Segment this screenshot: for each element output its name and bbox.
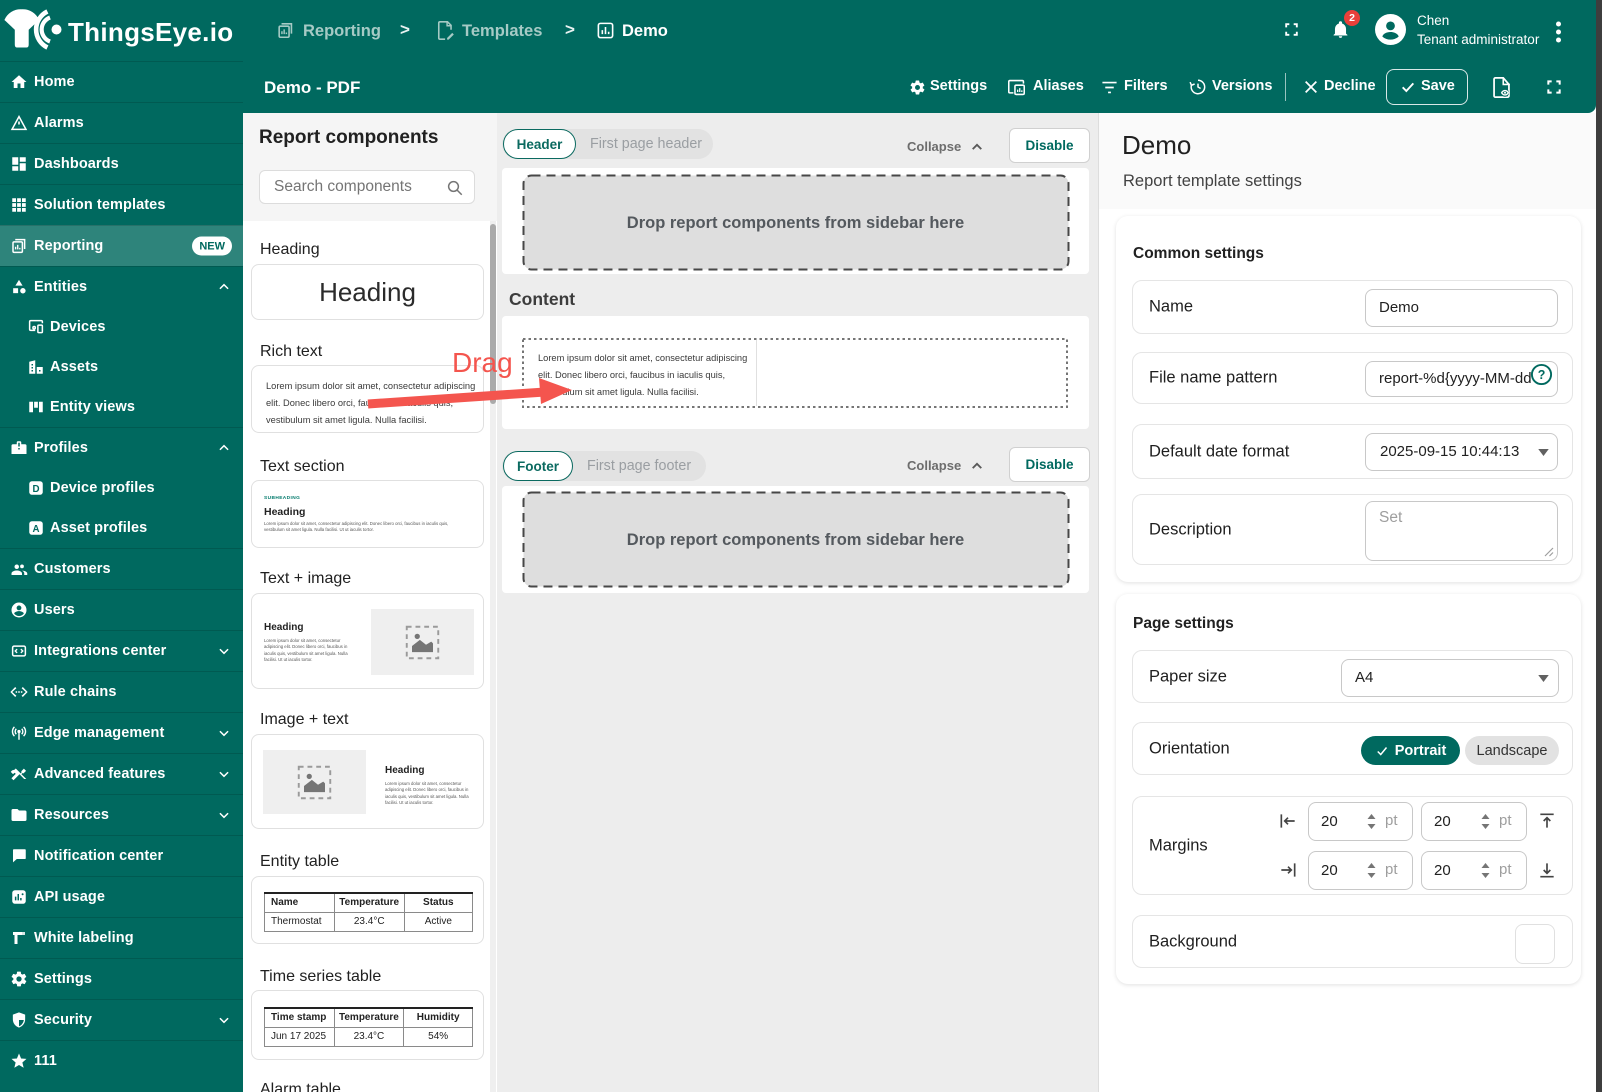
svg-text:D: D	[32, 484, 39, 495]
svg-text:?: ?	[1538, 368, 1546, 382]
svg-text:A: A	[32, 524, 39, 535]
